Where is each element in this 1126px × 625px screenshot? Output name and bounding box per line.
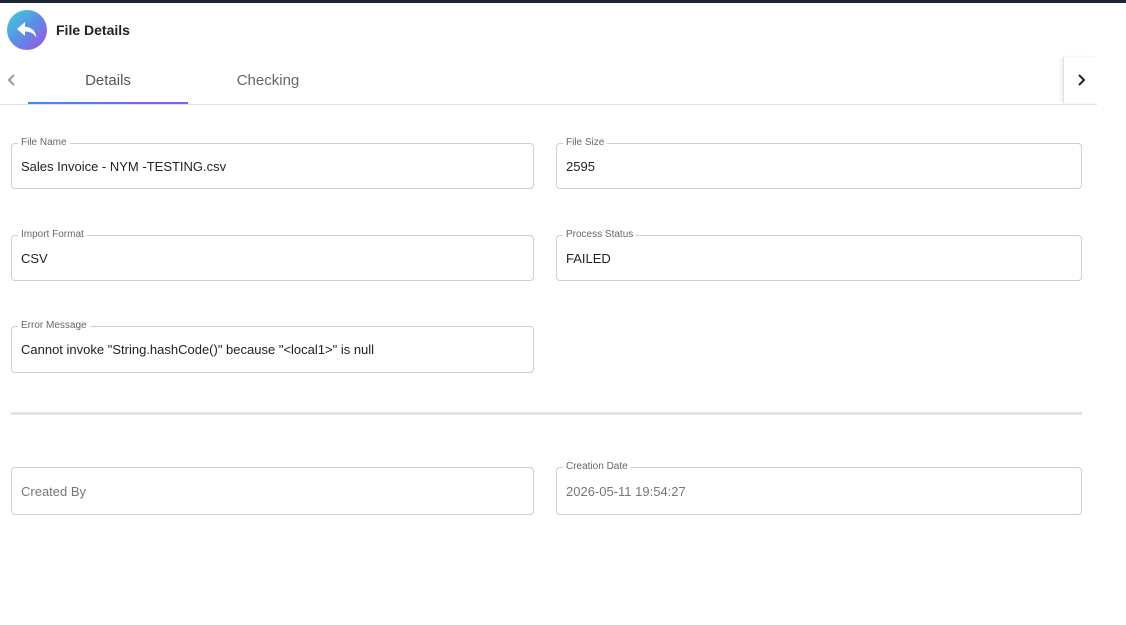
page-header: File Details <box>7 10 130 50</box>
back-button[interactable] <box>7 10 47 50</box>
file-name-field[interactable]: File Name Sales Invoice - NYM -TESTING.c… <box>11 136 534 189</box>
tab-checking[interactable]: Checking <box>188 57 348 103</box>
tab-checking-label: Checking <box>236 71 300 89</box>
top-bar <box>0 0 1126 3</box>
file-name-value: Sales Invoice - NYM -TESTING.csv <box>21 158 227 174</box>
tab-details-label: Details <box>85 71 131 89</box>
created-by-placeholder: Created By <box>21 483 87 499</box>
page-title: File Details <box>56 22 130 38</box>
chevron-right-icon <box>1077 74 1085 86</box>
file-size-value: 2595 <box>566 158 595 174</box>
tab-scroll-left-button[interactable] <box>0 57 24 103</box>
tab-bar: Details Checking <box>0 57 1097 105</box>
process-status-field[interactable]: Process Status FAILED <box>556 228 1082 281</box>
creation-date-value: 2026-05-11 19:54:27 <box>566 483 686 499</box>
reply-arrow-icon <box>17 22 37 38</box>
error-message-field[interactable]: Error Message Cannot invoke "String.hash… <box>11 319 534 373</box>
process-status-value: FAILED <box>566 250 611 266</box>
import-format-value: CSV <box>21 250 48 266</box>
created-by-field[interactable]: Created By <box>11 467 534 515</box>
creation-date-field[interactable]: Creation Date 2026-05-11 19:54:27 <box>556 460 1082 515</box>
error-message-value: Cannot invoke "String.hashCode()" becaus… <box>21 342 375 357</box>
tab-scroll-right-button[interactable] <box>1063 57 1097 103</box>
chevron-left-icon <box>7 74 15 86</box>
import-format-field[interactable]: Import Format CSV <box>11 228 534 281</box>
tab-details[interactable]: Details <box>28 57 188 104</box>
section-divider <box>11 412 1082 415</box>
file-size-field[interactable]: File Size 2595 <box>556 136 1082 189</box>
